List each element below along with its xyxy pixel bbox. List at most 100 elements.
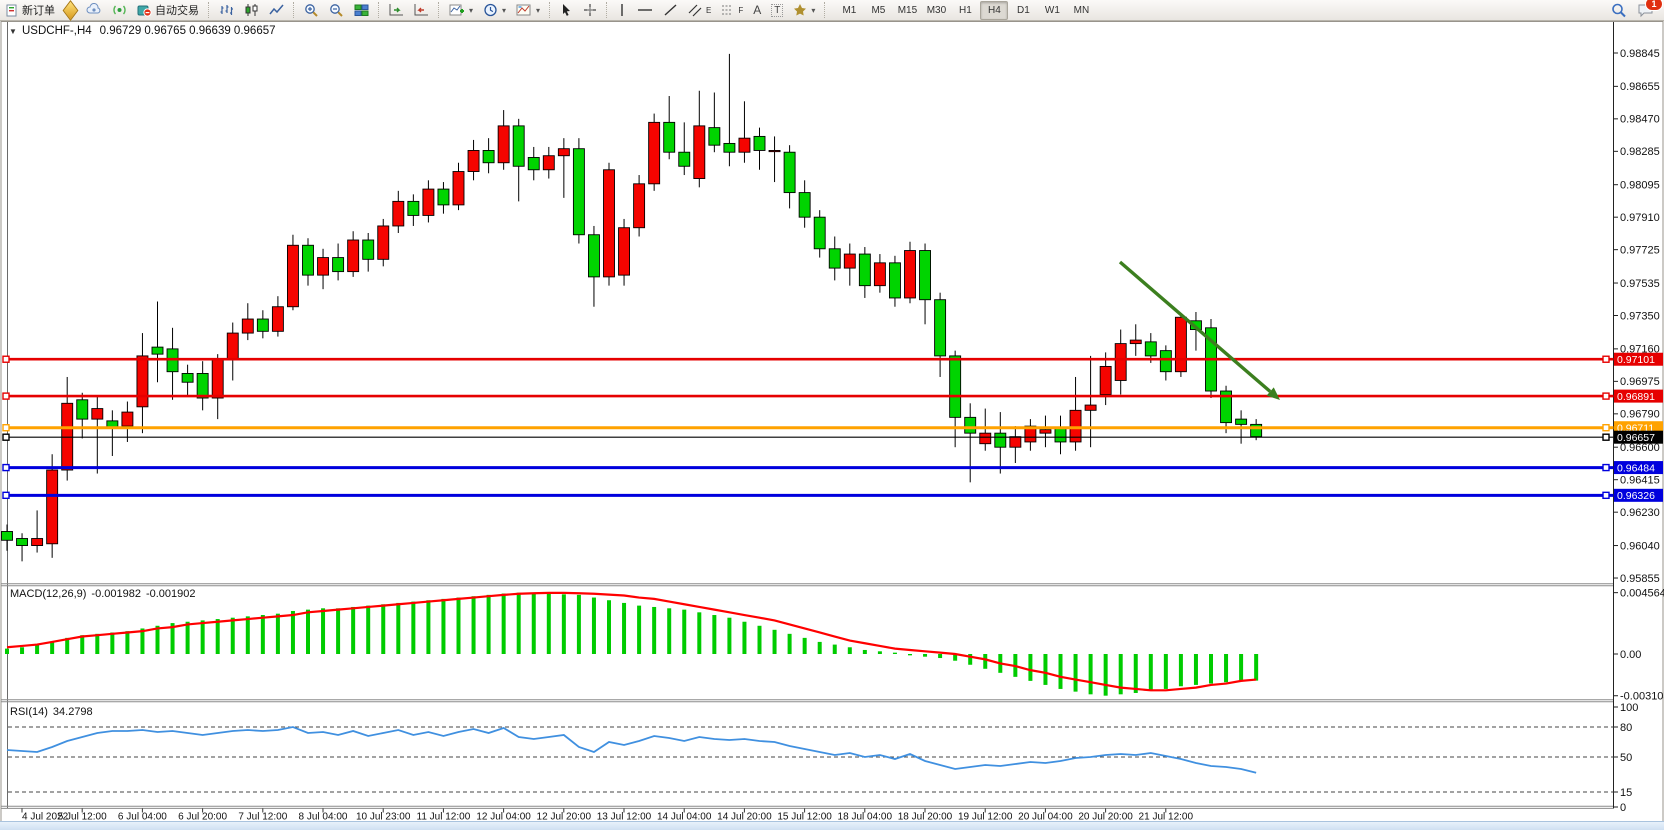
arrows-shapes-icon: [793, 3, 807, 17]
chat-button[interactable]: 1: [1633, 0, 1658, 20]
dropdown-arrow: ▾: [502, 6, 506, 15]
auto-scroll-icon: [389, 3, 404, 17]
community-cloud-icon: [86, 3, 102, 17]
svg-text:0.98470: 0.98470: [1620, 114, 1660, 126]
fibonacci-icon: [721, 3, 735, 17]
cursor-button[interactable]: [556, 0, 577, 20]
toolbar-separator: [824, 2, 826, 18]
status-bar: [0, 821, 1664, 830]
chart-shift-button[interactable]: [410, 0, 433, 20]
svg-text:0.98095: 0.98095: [1620, 179, 1660, 191]
auto-scroll-button[interactable]: [385, 0, 408, 20]
trendline-button[interactable]: [659, 0, 682, 20]
toolbar-separator: [378, 2, 380, 18]
auto-trading-button[interactable]: 自动交易: [133, 0, 203, 20]
horizontal-line-icon: [637, 3, 653, 17]
svg-text:0.97101: 0.97101: [1617, 354, 1655, 366]
text-tool-glyph: A: [753, 3, 761, 17]
text-label-button[interactable]: T: [767, 0, 787, 20]
indicators-button[interactable]: ▾: [445, 0, 477, 20]
crosshair-button[interactable]: [579, 0, 601, 20]
svg-text:0.97350: 0.97350: [1620, 310, 1660, 322]
line-chart-icon: [269, 3, 284, 17]
svg-text:15: 15: [1620, 787, 1632, 799]
svg-text:0.98285: 0.98285: [1620, 146, 1660, 158]
timeframe-button-m5[interactable]: M5: [864, 1, 892, 20]
window-dropdown-icon[interactable]: ▼: [9, 27, 17, 36]
svg-text:-0.003105: -0.003105: [1620, 691, 1664, 703]
fibo-glyph: F: [738, 6, 743, 15]
dropdown-arrow: ▾: [536, 6, 540, 15]
timeframe-button-d1[interactable]: D1: [1009, 1, 1037, 20]
toolbar-separator: [438, 2, 440, 18]
indicators-icon: [449, 3, 465, 17]
clock-icon: [483, 3, 498, 17]
svg-text:0.96657: 0.96657: [1617, 432, 1655, 444]
arrows-button[interactable]: ▾: [789, 0, 819, 20]
svg-text:100: 100: [1620, 702, 1638, 714]
svg-text:0.97535: 0.97535: [1620, 278, 1660, 290]
zoom-out-icon: [329, 3, 344, 17]
bar-chart-button[interactable]: [215, 0, 238, 20]
channel-icon: [688, 3, 703, 17]
templates-button[interactable]: ▾: [512, 0, 544, 20]
candlestick-chart-button[interactable]: [240, 0, 263, 20]
zoom-out-button[interactable]: [325, 0, 348, 20]
timeframe-button-m15[interactable]: M15: [893, 1, 921, 20]
zoom-in-icon: [304, 3, 319, 17]
text-button[interactable]: A: [749, 0, 765, 20]
vertical-line-icon: [617, 3, 627, 17]
dropdown-arrow: ▾: [811, 6, 815, 15]
svg-text:0.96415: 0.96415: [1620, 474, 1660, 486]
new-order-icon: [6, 4, 19, 17]
candlestick-chart-icon: [244, 3, 259, 17]
svg-text:50: 50: [1620, 752, 1632, 764]
svg-text:0: 0: [1620, 802, 1626, 814]
fibonacci-button[interactable]: F: [717, 0, 747, 20]
bar-chart-icon: [219, 3, 234, 17]
svg-text:80: 80: [1620, 722, 1632, 734]
toolbar-separator: [293, 2, 295, 18]
signals-button[interactable]: [108, 0, 131, 20]
svg-text:0.96891: 0.96891: [1617, 391, 1655, 403]
toolbar-separator: [606, 2, 608, 18]
svg-text:0.96326: 0.96326: [1617, 490, 1655, 502]
line-chart-button[interactable]: [265, 0, 288, 20]
zoom-in-button[interactable]: [300, 0, 323, 20]
toolbar-separator: [208, 2, 210, 18]
auto-trading-label: 自动交易: [155, 2, 199, 18]
macd-label: MACD(12,26,9)-0.001982-0.001902: [10, 588, 196, 600]
svg-text:0.95855: 0.95855: [1620, 573, 1660, 585]
community-button[interactable]: [82, 0, 106, 20]
svg-text:0.96040: 0.96040: [1620, 540, 1660, 552]
timeframe-button-h4[interactable]: H4: [980, 1, 1008, 20]
svg-text:0.96484: 0.96484: [1617, 462, 1655, 474]
timeframe-button-m30[interactable]: M30: [922, 1, 950, 20]
search-icon: [1611, 3, 1627, 18]
market-icon[interactable]: [63, 0, 79, 20]
horizontal-line-button[interactable]: [633, 0, 657, 20]
chat-badge: 1: [1645, 0, 1663, 11]
chart-canvas[interactable]: 0.988450.986550.984700.982850.980950.979…: [0, 0, 1664, 830]
tile-windows-icon: [354, 3, 369, 17]
templates-icon: [516, 3, 532, 17]
svg-text:0.96975: 0.96975: [1620, 376, 1660, 388]
crosshair-icon: [583, 3, 597, 17]
timeframe-button-w1[interactable]: W1: [1038, 1, 1066, 20]
svg-text:0.98655: 0.98655: [1620, 81, 1660, 93]
timeframe-button-h1[interactable]: H1: [951, 1, 979, 20]
equidistant-channel-button[interactable]: E: [684, 0, 715, 20]
timeframe-button-mn[interactable]: MN: [1067, 1, 1095, 20]
chart-shift-icon: [414, 3, 429, 17]
new-order-label: 新订单: [22, 2, 55, 18]
main-toolbar: 新订单 自动交易 ▾ ▾ ▾: [0, 0, 1664, 21]
new-order-button[interactable]: 新订单: [2, 0, 59, 20]
periods-button[interactable]: ▾: [479, 0, 510, 20]
svg-text:0.97725: 0.97725: [1620, 244, 1660, 256]
search-button[interactable]: [1607, 0, 1631, 20]
dropdown-arrow: ▾: [469, 6, 473, 15]
vertical-line-button[interactable]: [613, 0, 631, 20]
chart-title: USDCHF-,H40.96729 0.96765 0.96639 0.9665…: [22, 25, 276, 37]
tile-windows-button[interactable]: [350, 0, 373, 20]
timeframe-button-m1[interactable]: M1: [835, 1, 863, 20]
